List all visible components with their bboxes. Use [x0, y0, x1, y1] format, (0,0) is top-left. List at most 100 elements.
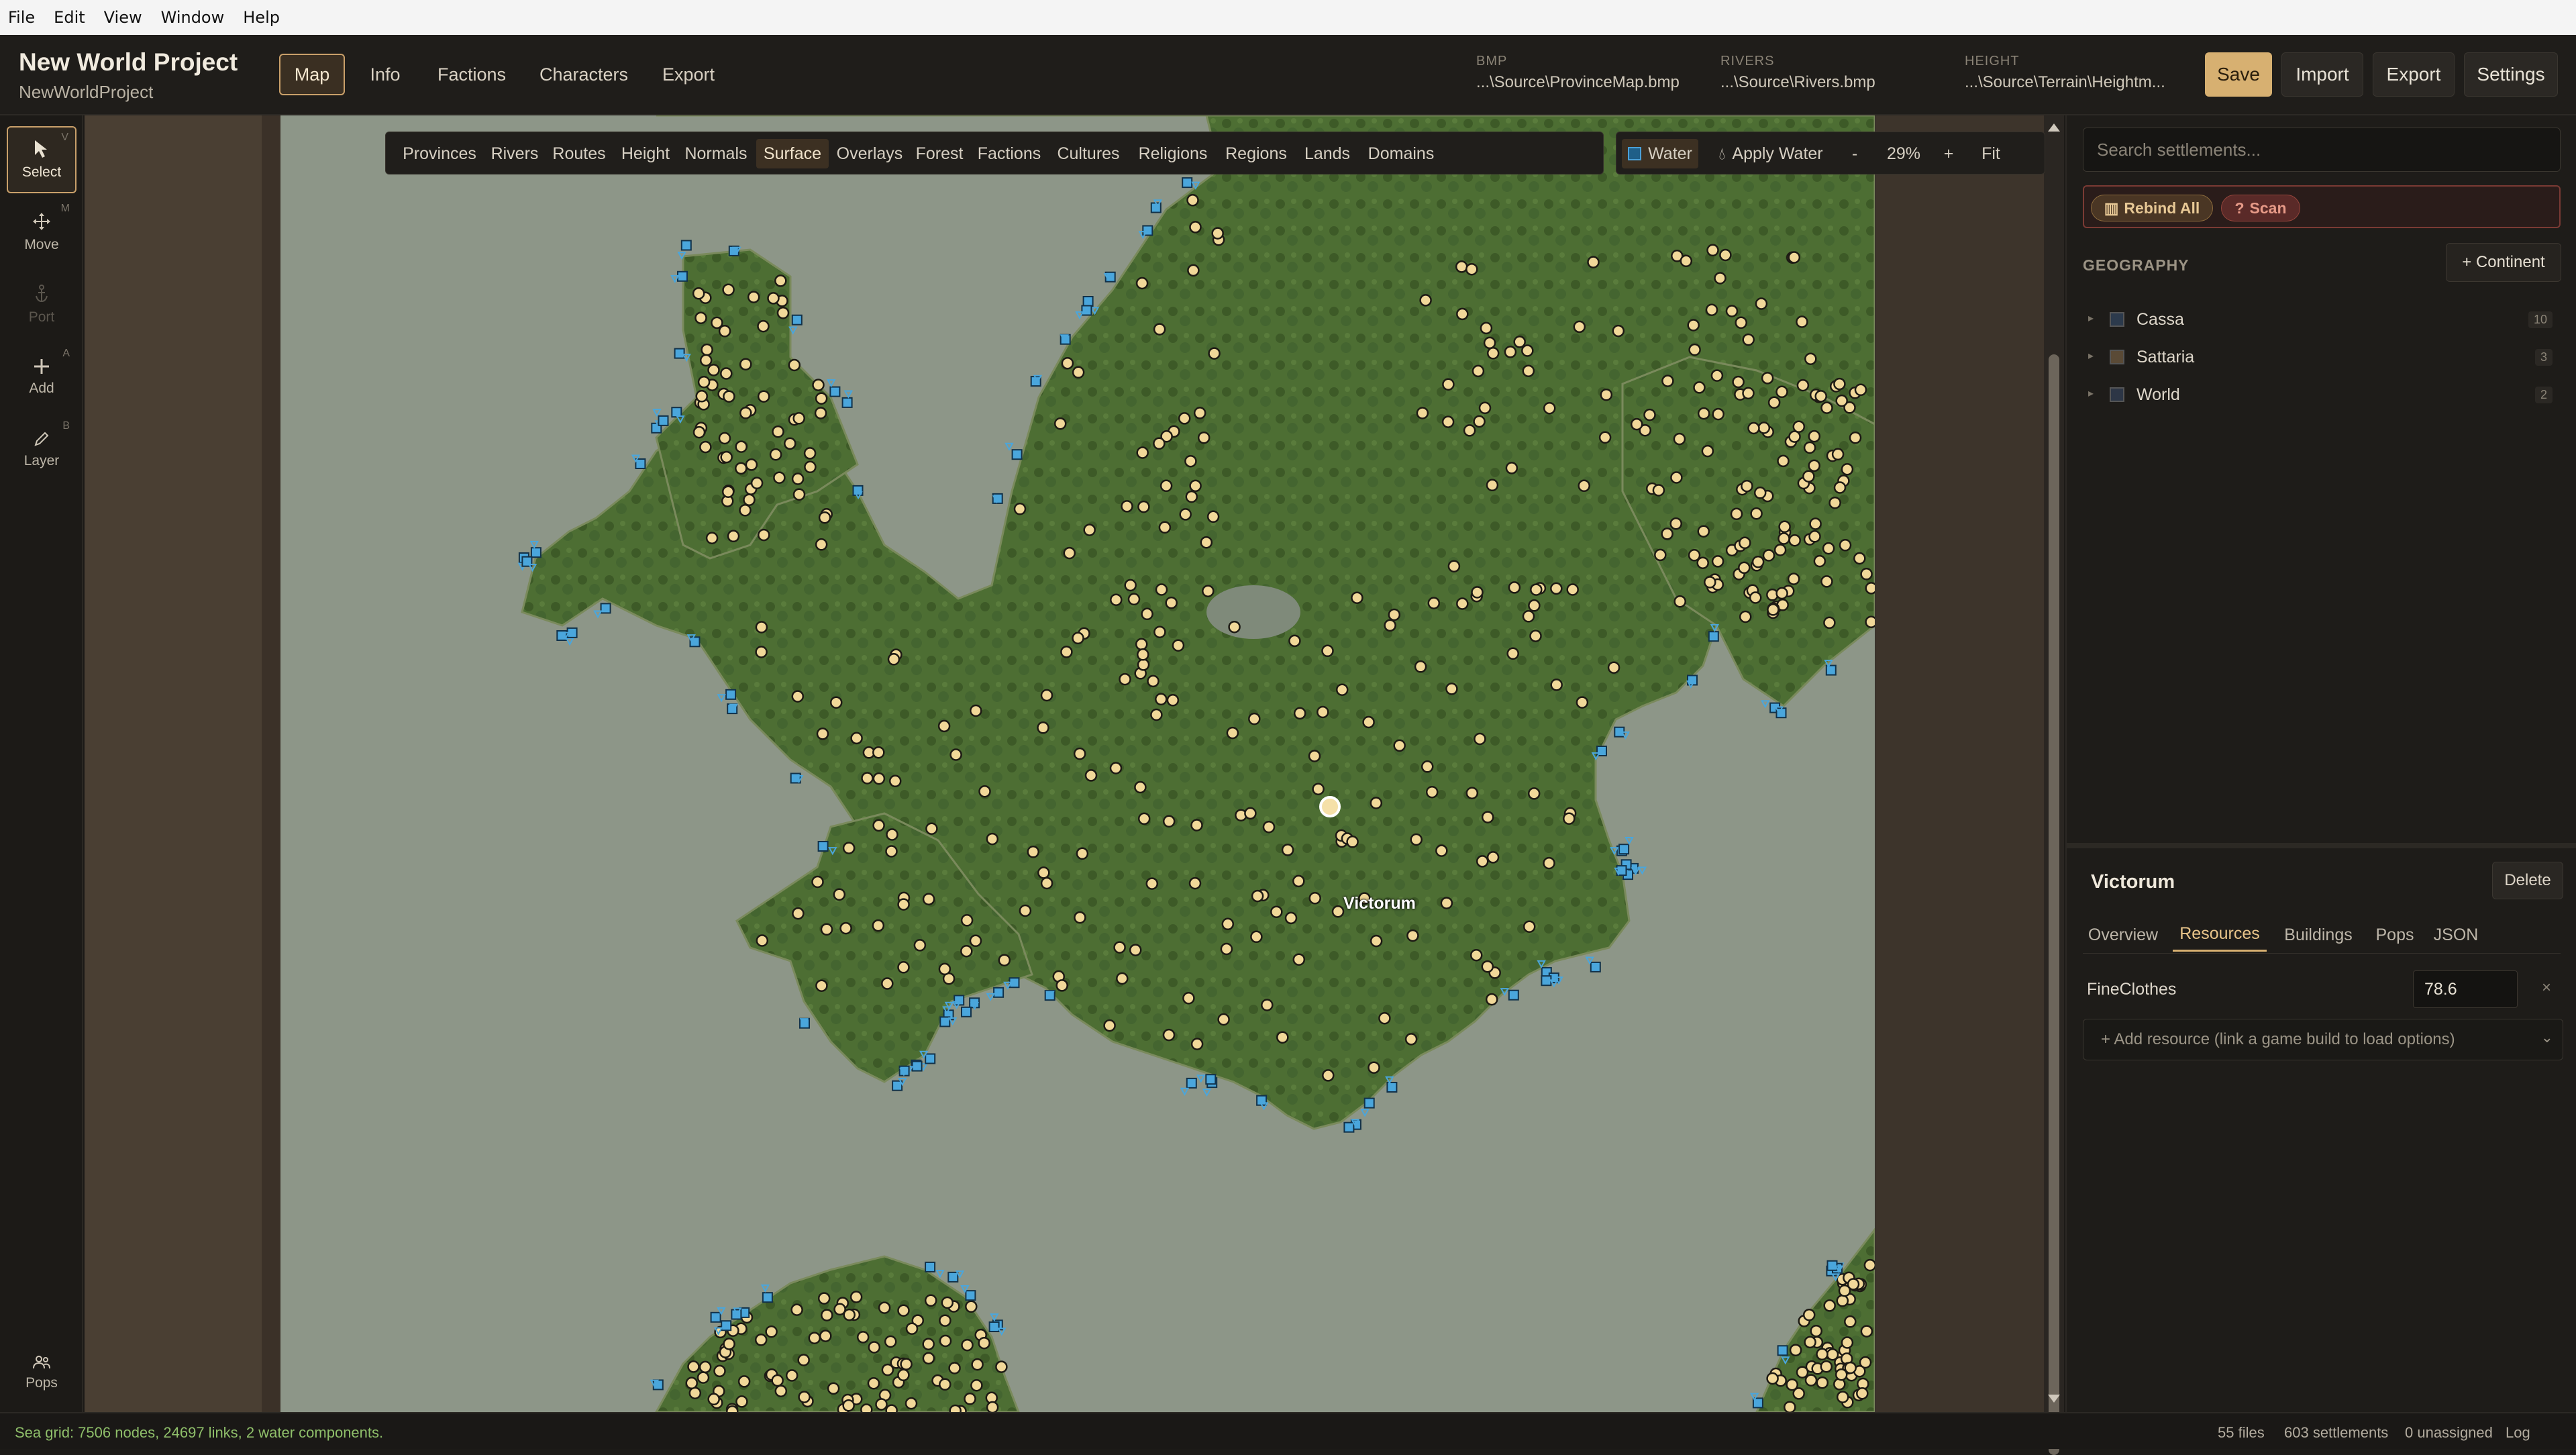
port-marker[interactable] [791, 314, 803, 325]
settlement-marker[interactable] [897, 1304, 910, 1317]
settlement-marker[interactable] [726, 1405, 739, 1412]
settlement-marker[interactable] [688, 1387, 702, 1399]
settlement-marker[interactable] [1228, 620, 1241, 634]
settlement-marker[interactable] [1688, 343, 1701, 356]
search-settlements-input[interactable] [2083, 128, 2561, 172]
log-button[interactable]: Log [2506, 1424, 2530, 1442]
settlement-marker[interactable] [978, 785, 991, 798]
port-marker[interactable] [710, 1311, 721, 1323]
settlement-marker[interactable] [1529, 630, 1542, 642]
settlement-marker[interactable] [1179, 508, 1192, 521]
settlement-marker[interactable] [685, 1376, 699, 1390]
port-marker[interactable] [1590, 961, 1601, 972]
settlement-marker[interactable] [1425, 785, 1439, 799]
settlement-marker[interactable] [1773, 544, 1787, 556]
settlement-marker[interactable] [1188, 876, 1202, 890]
settlement-marker[interactable] [1440, 897, 1453, 909]
settlement-marker[interactable] [1250, 930, 1263, 944]
settlement-marker[interactable] [1680, 254, 1693, 268]
settlement-marker[interactable] [1792, 1387, 1805, 1400]
settlement-marker[interactable] [735, 440, 748, 453]
port-marker[interactable] [1541, 975, 1552, 987]
settlement-marker[interactable] [772, 425, 784, 438]
settlement-marker[interactable] [1661, 528, 1673, 540]
settlement-marker[interactable] [707, 1393, 720, 1406]
settlement-marker[interactable] [1129, 944, 1142, 956]
settlement-marker[interactable] [1789, 1344, 1802, 1356]
port-marker[interactable] [1386, 1082, 1398, 1093]
port-marker[interactable] [530, 547, 542, 558]
layer-height[interactable]: Height [615, 139, 676, 168]
settlement-marker[interactable] [1182, 992, 1195, 1005]
settlement-marker[interactable] [1778, 532, 1790, 545]
settlement-marker[interactable] [1276, 1031, 1289, 1044]
port-marker[interactable] [925, 1261, 936, 1272]
settlement-marker[interactable] [1053, 417, 1067, 430]
settlement-marker[interactable] [1521, 344, 1534, 357]
settlement-marker[interactable] [1217, 1013, 1230, 1026]
settlement-marker[interactable] [1543, 401, 1556, 415]
settlement-marker[interactable] [1543, 856, 1555, 870]
settlement-marker[interactable] [1856, 1387, 1869, 1400]
rebind-all-button[interactable]: ▥ Rebind All [2091, 195, 2213, 221]
settlement-marker[interactable] [797, 1354, 810, 1366]
settlement-marker[interactable] [1696, 556, 1709, 569]
settlement-marker[interactable] [1202, 585, 1215, 597]
settlement-marker[interactable] [815, 979, 828, 992]
settlement-marker[interactable] [839, 921, 852, 935]
settlement-marker[interactable] [960, 944, 973, 958]
settlement-marker[interactable] [1472, 364, 1485, 378]
settlement-marker[interactable] [872, 772, 886, 785]
settlement-marker[interactable] [1416, 407, 1429, 419]
settlement-marker[interactable] [1767, 396, 1781, 409]
settlement-marker[interactable] [897, 898, 910, 911]
settlement-marker[interactable] [1775, 587, 1788, 600]
settlement-marker[interactable] [1486, 347, 1500, 360]
settlement-marker[interactable] [886, 828, 898, 841]
settlement-marker[interactable] [774, 1385, 788, 1397]
settlement-marker[interactable] [739, 358, 752, 370]
menu-help[interactable]: Help [243, 8, 280, 27]
layer-regions[interactable]: Regions [1219, 139, 1293, 168]
settlement-marker[interactable] [1725, 305, 1739, 317]
port-marker[interactable] [725, 689, 737, 700]
settlement-marker[interactable] [970, 704, 982, 717]
settlement-marker[interactable] [1281, 844, 1294, 856]
settlement-marker[interactable] [1808, 430, 1821, 443]
settlement-marker[interactable] [995, 1360, 1008, 1373]
settlement-marker[interactable] [1739, 610, 1752, 623]
settlement-marker[interactable] [1792, 420, 1806, 433]
settlement-marker[interactable] [1836, 1294, 1849, 1307]
settlement-marker[interactable] [1719, 248, 1732, 262]
settlement-marker[interactable] [1322, 1069, 1335, 1082]
port-marker[interactable] [961, 1006, 972, 1017]
port-marker[interactable] [988, 1321, 1000, 1332]
port-marker[interactable] [1618, 844, 1630, 855]
menu-window[interactable]: Window [161, 8, 225, 27]
settlement-marker[interactable] [1346, 836, 1359, 848]
settlement-marker[interactable] [1823, 1299, 1836, 1312]
settlement-marker[interactable] [922, 1352, 935, 1365]
settlement-marker[interactable] [785, 1369, 798, 1382]
settlement-marker[interactable] [1693, 381, 1706, 394]
settlement-marker[interactable] [820, 923, 833, 936]
settlement-marker[interactable] [1820, 401, 1833, 414]
settlement-marker[interactable] [1802, 470, 1815, 483]
settlement-marker[interactable] [791, 690, 805, 703]
settlement-marker[interactable] [948, 1362, 961, 1374]
settlement-marker[interactable] [792, 907, 805, 920]
settlement-marker[interactable] [849, 1291, 863, 1303]
settlement-marker[interactable] [701, 343, 713, 356]
settlement-marker[interactable] [1476, 855, 1489, 868]
settlement-marker[interactable] [699, 354, 713, 367]
settlement-marker[interactable] [1370, 797, 1383, 809]
settlement-marker[interactable] [1612, 324, 1625, 338]
settlement-marker[interactable] [986, 1401, 999, 1412]
settlement-marker[interactable] [1471, 586, 1484, 599]
settlement-marker[interactable] [1463, 424, 1476, 437]
settlement-marker[interactable] [743, 493, 756, 506]
settlement-marker[interactable] [1141, 607, 1153, 621]
settlement-marker[interactable] [1803, 441, 1816, 454]
settlement-marker[interactable] [1200, 536, 1213, 549]
settlement-marker[interactable] [723, 1338, 735, 1350]
